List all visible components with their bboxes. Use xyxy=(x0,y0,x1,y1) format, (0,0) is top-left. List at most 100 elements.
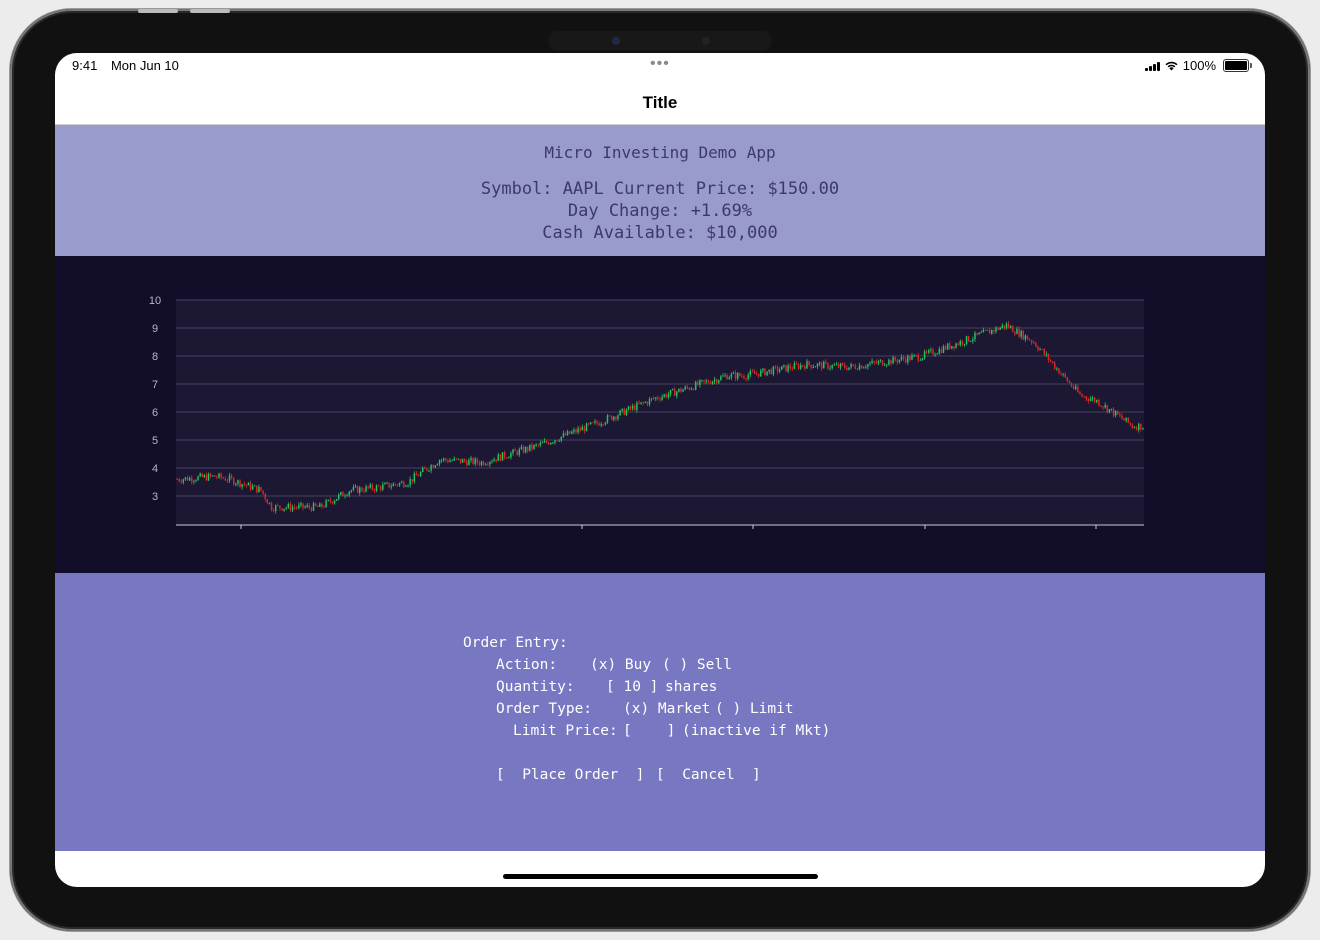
candle-body xyxy=(251,486,254,490)
candle-body xyxy=(1014,332,1016,335)
candle-body xyxy=(474,458,476,464)
candle-body xyxy=(802,365,804,367)
candle-body xyxy=(831,365,833,368)
home-indicator[interactable] xyxy=(503,874,818,879)
candle-body xyxy=(577,428,579,433)
candle-body xyxy=(888,359,890,365)
sell-radio[interactable]: ( ) Sell xyxy=(662,657,732,673)
candle-body xyxy=(1117,410,1119,415)
candle-body xyxy=(317,505,319,507)
candle-body xyxy=(959,341,962,345)
candle-body xyxy=(699,380,701,386)
candle-body xyxy=(1077,386,1079,393)
candle-body xyxy=(1131,424,1134,428)
candle-body xyxy=(287,504,290,508)
candle-body xyxy=(963,343,966,345)
candle-body xyxy=(281,508,283,511)
candle-body xyxy=(1123,418,1125,421)
candle-body xyxy=(178,479,180,482)
candle-body xyxy=(617,415,619,419)
candle-body xyxy=(928,350,930,353)
candle-body xyxy=(487,464,489,466)
candle-body xyxy=(457,458,460,460)
candle-body xyxy=(176,479,178,480)
candle-body xyxy=(631,405,634,409)
place-order-button[interactable]: [ Place Order ] xyxy=(496,767,644,783)
sensor-icon xyxy=(702,37,710,45)
candle-body xyxy=(209,473,212,476)
candle-body xyxy=(728,377,731,380)
candle-body xyxy=(325,500,327,507)
multitask-dots-icon[interactable]: ••• xyxy=(650,55,670,73)
candle-body xyxy=(233,478,235,485)
candle-body xyxy=(386,482,388,484)
candle-body xyxy=(984,329,987,331)
limit-price-input[interactable]: [ ] xyxy=(623,723,675,739)
limit-radio[interactable]: ( ) Limit xyxy=(715,701,794,717)
buy-radio[interactable]: (x) Buy xyxy=(590,657,651,673)
candle-body xyxy=(1007,323,1010,328)
candle-body xyxy=(184,477,187,480)
candle-body xyxy=(665,394,668,398)
candle-body xyxy=(904,359,907,363)
candle-body xyxy=(497,454,500,461)
candle-body xyxy=(1039,349,1041,351)
camera-housing xyxy=(548,31,772,51)
candle-body xyxy=(976,332,978,335)
market-radio[interactable]: (x) Market xyxy=(623,701,710,717)
candle-body xyxy=(258,487,260,493)
candle-body xyxy=(466,461,468,466)
candle-body xyxy=(781,366,783,370)
candle-body xyxy=(365,486,367,492)
candle-body xyxy=(930,349,932,351)
candle-body xyxy=(636,402,638,411)
candle-body xyxy=(390,486,392,488)
candle-body xyxy=(268,502,271,504)
candle-body xyxy=(445,458,447,461)
candle-body xyxy=(913,354,915,356)
candle-body xyxy=(661,396,663,400)
candle-body xyxy=(1068,381,1071,383)
candle-body xyxy=(1012,326,1014,333)
price-chart[interactable]: 10 9 8 7 6 5 4 3 xyxy=(55,256,1265,573)
candle-body xyxy=(772,366,775,375)
candle-body xyxy=(256,485,258,493)
candle-body xyxy=(600,424,602,426)
candle-body xyxy=(537,444,539,446)
candle-body xyxy=(776,366,779,372)
candle-body xyxy=(680,388,682,392)
candle-body xyxy=(1096,400,1098,402)
candle-body xyxy=(1135,427,1138,430)
quantity-input[interactable]: [ 10 ] xyxy=(606,679,658,695)
candle-body xyxy=(516,451,518,455)
y-tick-label: 10 xyxy=(149,295,161,307)
candle-body xyxy=(421,468,424,473)
candle-body xyxy=(524,447,527,453)
candle-body xyxy=(470,458,472,460)
candle-body xyxy=(319,503,321,507)
candle-body xyxy=(991,329,993,334)
candle-body xyxy=(713,379,716,382)
candle-body xyxy=(974,332,976,340)
candle-body xyxy=(739,373,741,376)
candle-body xyxy=(627,406,630,410)
candle-body xyxy=(375,485,378,491)
candle-body xyxy=(564,433,567,436)
candle-body xyxy=(388,482,390,488)
candle-body xyxy=(852,364,854,366)
candle-body xyxy=(1009,326,1012,328)
cancel-button[interactable]: [ Cancel ] xyxy=(656,767,761,783)
candle-body xyxy=(413,473,416,482)
candle-body xyxy=(806,361,808,369)
candle-body xyxy=(993,329,995,332)
candle-body xyxy=(648,399,651,405)
candle-body xyxy=(361,487,363,491)
candle-body xyxy=(967,336,970,342)
candle-body xyxy=(886,364,888,366)
candle-body xyxy=(424,468,426,469)
candle-body xyxy=(673,389,676,396)
battery-percent: 100% xyxy=(1182,58,1216,73)
candle-body xyxy=(604,422,607,425)
candle-body xyxy=(1051,361,1054,363)
candle-body xyxy=(646,401,649,405)
